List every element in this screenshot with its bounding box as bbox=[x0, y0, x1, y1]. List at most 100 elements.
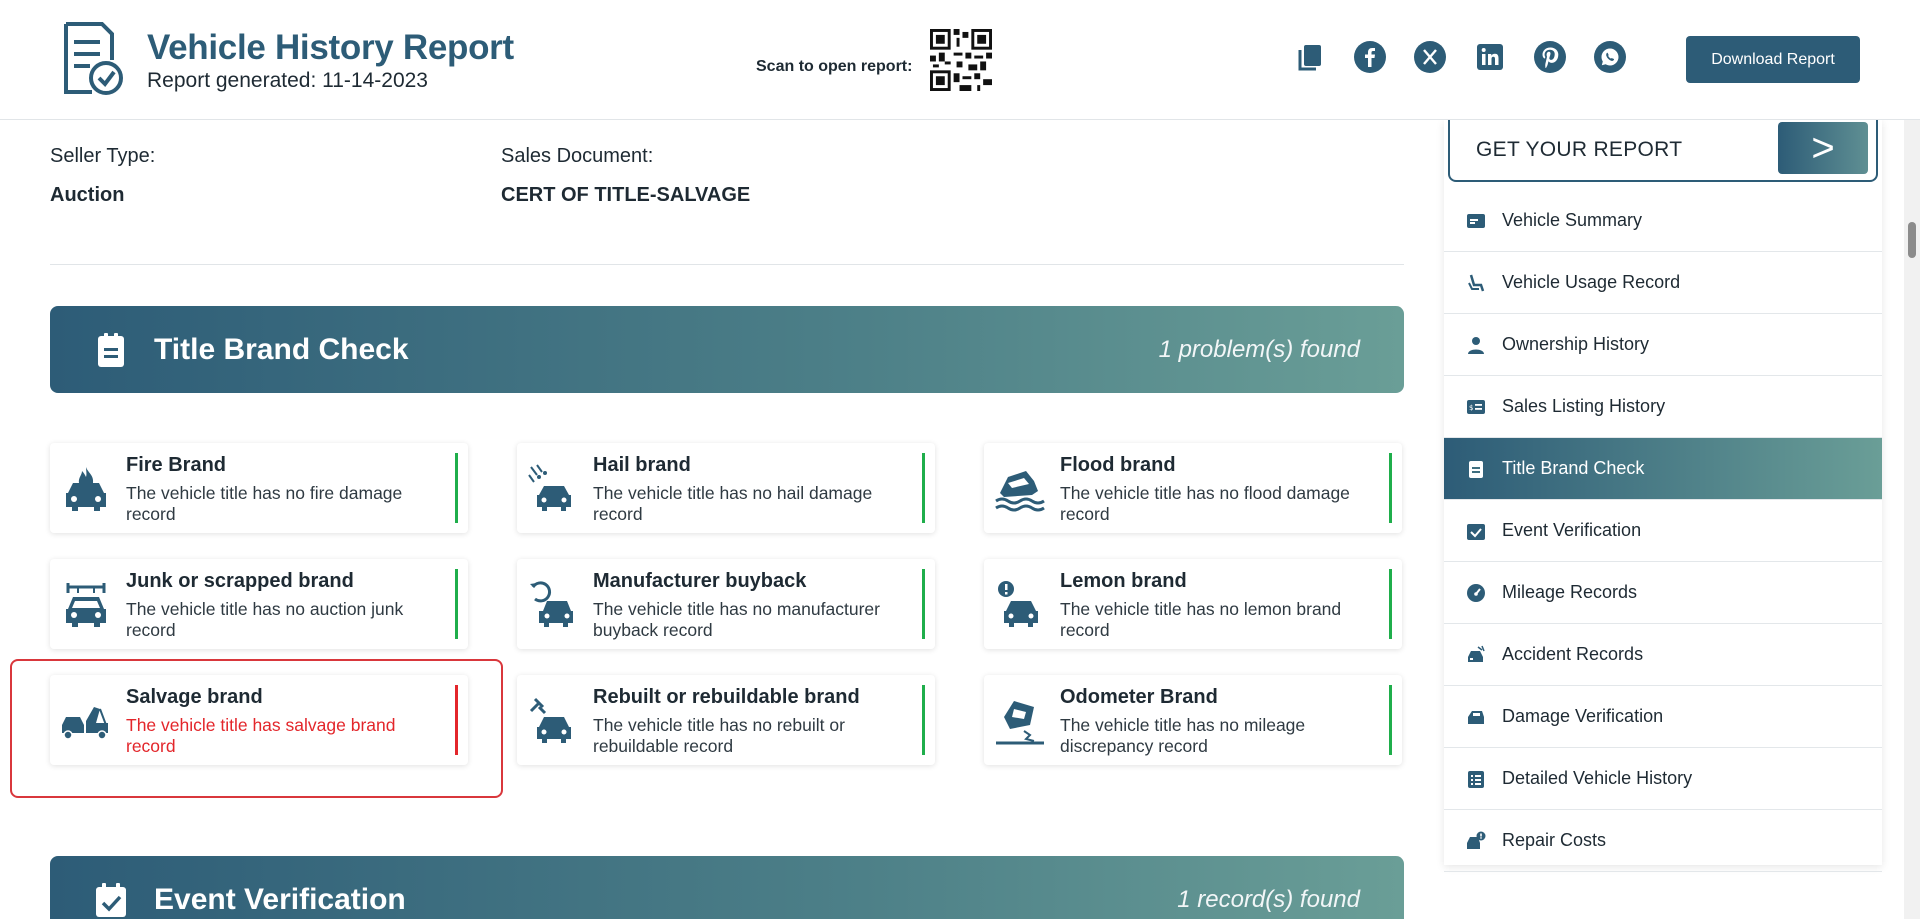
get-report-arrow-button[interactable]: > bbox=[1778, 122, 1868, 174]
sidebar-item-accident-records[interactable]: Accident Records bbox=[1444, 624, 1882, 686]
sidebar-item-event-verification[interactable]: Event Verification bbox=[1444, 500, 1882, 562]
sidebar-item-title-brand-check[interactable]: Title Brand Check bbox=[1444, 438, 1882, 500]
linkedin-icon[interactable] bbox=[1473, 40, 1507, 74]
card-title: Flood brand bbox=[1060, 454, 1176, 476]
seller-type-label: Seller Type: bbox=[50, 145, 156, 167]
brand-card-odometer: Odometer Brand The vehicle title has no … bbox=[984, 675, 1402, 765]
card-description: The vehicle title has salvage brand reco… bbox=[126, 715, 396, 756]
card-title: Odometer Brand bbox=[1060, 686, 1218, 708]
speedometer-icon bbox=[1467, 584, 1485, 602]
sidebar-item-label: Vehicle Summary bbox=[1502, 210, 1643, 230]
facebook-icon[interactable] bbox=[1353, 40, 1387, 74]
sidebar-item-label: Vehicle Usage Record bbox=[1502, 272, 1681, 292]
repair-icon bbox=[1467, 831, 1486, 849]
sidebar-nav: Vehicle Summary Vehicle Usage Record Own… bbox=[1444, 190, 1882, 872]
sidebar-item-ownership-history[interactable]: Ownership History bbox=[1444, 314, 1882, 376]
whatsapp-icon[interactable] bbox=[1593, 40, 1627, 74]
sidebar-item-detailed-vehicle-history[interactable]: Detailed Vehicle History bbox=[1444, 748, 1882, 810]
event-verification-header: Event Verification 1 record(s) found bbox=[50, 856, 1404, 919]
download-report-button[interactable]: Download Report bbox=[1686, 36, 1860, 83]
card-description: The vehicle title has no auction junk re… bbox=[126, 599, 404, 640]
scan-label: Scan to open report: bbox=[756, 58, 913, 75]
brand-card-fire: Fire Brand The vehicle title has no fire… bbox=[50, 443, 468, 533]
section-title: Title Brand Check bbox=[154, 333, 409, 366]
sidebar-item-label: Repair Costs bbox=[1502, 830, 1607, 850]
calendar-check-icon bbox=[1467, 524, 1485, 540]
title-brand-check-header: Title Brand Check 1 problem(s) found bbox=[50, 306, 1404, 393]
card-description: The vehicle title has no hail damage rec… bbox=[593, 483, 873, 524]
status-bar bbox=[1389, 685, 1392, 755]
card-title: Fire Brand bbox=[126, 454, 227, 476]
status-bar bbox=[455, 453, 458, 523]
summary-icon bbox=[1467, 214, 1485, 228]
sales-document-value: CERT OF TITLE-SALVAGE bbox=[501, 184, 751, 206]
get-your-report-box[interactable]: GET YOUR REPORT > bbox=[1448, 120, 1878, 182]
clipboard-icon bbox=[1469, 461, 1483, 478]
sidebar-item-label: Damage Verification bbox=[1502, 706, 1664, 726]
sidebar-item-label: Accident Records bbox=[1502, 644, 1644, 664]
report-sidebar: GET YOUR REPORT > Vehicle Summary Vehicl… bbox=[1444, 120, 1882, 872]
card-description: The vehicle title has no fire damage rec… bbox=[126, 483, 403, 524]
sidebar-item-damage-verification[interactable]: Damage Verification bbox=[1444, 686, 1882, 748]
brand-card-flood: Flood brand The vehicle title has no flo… bbox=[984, 443, 1402, 533]
sidebar-item-label: Event Verification bbox=[1502, 520, 1642, 540]
card-title: Junk or scrapped brand bbox=[126, 570, 354, 592]
crash-icon bbox=[1468, 645, 1485, 662]
sidebar-item-vehicle-usage-record[interactable]: Vehicle Usage Record bbox=[1444, 252, 1882, 314]
card-description: The vehicle title has no mileage discrep… bbox=[1060, 715, 1306, 756]
odometer-car-icon bbox=[996, 701, 1044, 745]
page-scrollbar[interactable] bbox=[1904, 120, 1920, 919]
page-title: Vehicle History Report bbox=[147, 28, 514, 67]
sales-document-label: Sales Document: bbox=[501, 145, 654, 167]
card-title: Salvage brand bbox=[126, 686, 263, 708]
tow-truck-icon bbox=[62, 707, 108, 740]
record-count: 1 record(s) found bbox=[1177, 886, 1360, 913]
lemon-car-icon bbox=[998, 581, 1038, 627]
card-description: The vehicle title has no lemon brand rec… bbox=[1060, 599, 1342, 640]
sidebar-item-vehicle-summary[interactable]: Vehicle Summary bbox=[1444, 190, 1882, 252]
brand-card-junk: Junk or scrapped brand The vehicle title… bbox=[50, 559, 468, 649]
flood-car-icon bbox=[995, 471, 1045, 512]
status-bar bbox=[455, 569, 458, 639]
card-description: The vehicle title has no flood damage re… bbox=[1060, 483, 1350, 524]
sidebar-item-label: Sales Listing History bbox=[1502, 396, 1666, 416]
report-date: Report generated: 11-14-2023 bbox=[147, 69, 428, 92]
report-header: Vehicle History Report Report generated:… bbox=[0, 0, 1920, 120]
sidebar-item-label: Ownership History bbox=[1502, 334, 1650, 354]
card-description: The vehicle title has no rebuilt or rebu… bbox=[593, 715, 845, 756]
status-bar bbox=[455, 685, 458, 755]
pinterest-icon[interactable] bbox=[1533, 40, 1567, 74]
hail-car-icon bbox=[528, 464, 571, 511]
status-bar bbox=[922, 569, 925, 639]
copy-icon[interactable] bbox=[1293, 40, 1327, 74]
report-logo-icon bbox=[64, 22, 123, 95]
clipboard-icon bbox=[98, 333, 124, 367]
get-report-label: GET YOUR REPORT bbox=[1476, 138, 1683, 161]
scrollbar-thumb[interactable] bbox=[1908, 222, 1916, 258]
card-description: The vehicle title has no manufacturer bu… bbox=[593, 599, 880, 640]
brand-card-lemon: Lemon brand The vehicle title has no lem… bbox=[984, 559, 1402, 649]
calendar-check-icon bbox=[96, 883, 126, 917]
share-icons bbox=[1293, 40, 1627, 74]
svg-text:$: $ bbox=[1469, 404, 1473, 412]
x-twitter-icon[interactable] bbox=[1413, 40, 1447, 74]
sidebar-item-label: Title Brand Check bbox=[1502, 458, 1645, 478]
seat-icon bbox=[1468, 274, 1485, 292]
fire-car-icon bbox=[66, 467, 106, 511]
rebuilt-car-icon bbox=[529, 697, 571, 743]
card-title: Rebuilt or rebuildable brand bbox=[593, 686, 860, 708]
car-side-icon bbox=[1468, 711, 1484, 724]
list-icon bbox=[1468, 771, 1484, 788]
sidebar-item-sales-listing-history[interactable]: $ Sales Listing History bbox=[1444, 376, 1882, 438]
sidebar-item-mileage-records[interactable]: Mileage Records bbox=[1444, 562, 1882, 624]
status-bar bbox=[922, 685, 925, 755]
section-title: Event Verification bbox=[154, 883, 406, 916]
person-icon bbox=[1468, 337, 1484, 354]
status-bar bbox=[922, 453, 925, 523]
qr-code-icon[interactable] bbox=[930, 29, 992, 91]
brand-card-hail: Hail brand The vehicle title has no hail… bbox=[517, 443, 935, 533]
sidebar-item-label: Mileage Records bbox=[1502, 582, 1638, 602]
card-title: Lemon brand bbox=[1060, 570, 1187, 592]
sidebar-item-repair-costs[interactable]: Repair Costs bbox=[1444, 810, 1882, 872]
junk-car-icon bbox=[66, 583, 106, 627]
